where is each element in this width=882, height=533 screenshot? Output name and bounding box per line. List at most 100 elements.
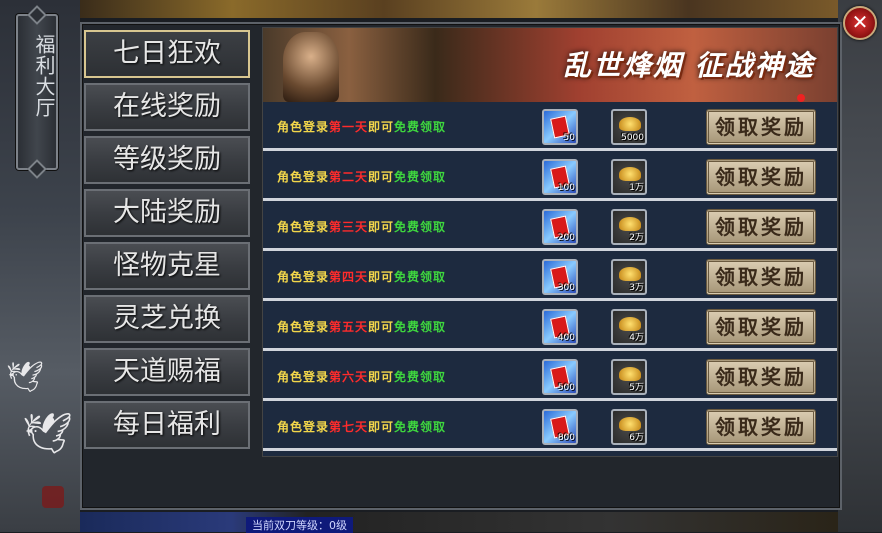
reward-day: 第六天 bbox=[329, 370, 369, 384]
reward-prefix: 角色登录 bbox=[277, 370, 330, 384]
reward-mid: 即可 bbox=[368, 320, 395, 334]
reward-suffix: 免费领取 bbox=[394, 420, 447, 434]
gold-qty: 1万 bbox=[629, 183, 644, 193]
claim-reward-button[interactable]: 领取奖励 bbox=[706, 309, 816, 345]
reward-row: 角色登录第一天即可免费领取 50 5000 领取奖励 bbox=[263, 104, 837, 151]
reward-suffix: 免费领取 bbox=[394, 170, 447, 184]
gold-item-icon[interactable]: 1万 bbox=[611, 159, 647, 195]
seal-stamp-icon bbox=[42, 486, 64, 508]
reward-day: 第四天 bbox=[329, 270, 369, 284]
ticket-item-icon[interactable]: 300 bbox=[542, 259, 578, 295]
ticket-qty: 300 bbox=[557, 283, 575, 293]
menu-item[interactable]: 每日福利 bbox=[84, 401, 250, 449]
reward-mid: 即可 bbox=[368, 120, 395, 134]
ticket-item-icon[interactable]: 50 bbox=[542, 109, 578, 145]
reward-description: 角色登录第四天即可免费领取 bbox=[277, 268, 446, 285]
gold-item-icon[interactable]: 3万 bbox=[611, 259, 647, 295]
gold-shape bbox=[619, 267, 641, 281]
gold-qty: 5万 bbox=[629, 383, 644, 393]
reward-mid: 即可 bbox=[368, 220, 395, 234]
reward-description: 角色登录第一天即可免费领取 bbox=[277, 118, 446, 135]
title-scroll: 福利大厅 bbox=[16, 14, 58, 170]
reward-day: 第七天 bbox=[329, 420, 369, 434]
ticket-qty: 500 bbox=[557, 383, 575, 393]
sidebar-menu: 七日狂欢在线奖励等级奖励大陆奖励怪物克星灵芝兑换天道赐福每日福利 bbox=[84, 30, 254, 454]
reward-prefix: 角色登录 bbox=[277, 270, 330, 284]
gold-qty: 4万 bbox=[629, 333, 644, 343]
reward-prefix: 角色登录 bbox=[277, 120, 330, 134]
menu-item[interactable]: 等级奖励 bbox=[84, 136, 250, 184]
crane-decoration-icon: 🕊 bbox=[6, 360, 45, 395]
window-title: 福利大厅 bbox=[32, 34, 56, 118]
ticket-qty: 800 bbox=[557, 433, 575, 443]
claim-reward-button[interactable]: 领取奖励 bbox=[706, 409, 816, 445]
ticket-qty: 50 bbox=[563, 133, 575, 143]
reward-suffix: 免费领取 bbox=[394, 370, 447, 384]
menu-item[interactable]: 灵芝兑换 bbox=[84, 295, 250, 343]
ticket-item-icon[interactable]: 100 bbox=[542, 159, 578, 195]
banner: 乱世烽烟 征战神途 bbox=[263, 28, 837, 102]
notification-dot-icon bbox=[797, 94, 805, 102]
gold-shape bbox=[619, 217, 641, 231]
crane-decoration-icon: 🕊 bbox=[22, 411, 73, 457]
gold-item-icon[interactable]: 5万 bbox=[611, 359, 647, 395]
gold-shape bbox=[619, 317, 641, 331]
status-text: 当前双刀等级：0级 bbox=[246, 517, 353, 533]
game-scene-top bbox=[80, 0, 840, 18]
reward-mid: 即可 bbox=[368, 170, 395, 184]
reward-description: 角色登录第六天即可免费领取 bbox=[277, 368, 446, 385]
reward-prefix: 角色登录 bbox=[277, 170, 330, 184]
banner-slogan: 乱世烽烟 征战神途 bbox=[563, 49, 815, 82]
reward-row: 角色登录第二天即可免费领取 100 1万 领取奖励 bbox=[263, 154, 837, 201]
reward-row: 角色登录第六天即可免费领取 500 5万 领取奖励 bbox=[263, 354, 837, 401]
reward-mid: 即可 bbox=[368, 420, 395, 434]
reward-prefix: 角色登录 bbox=[277, 420, 330, 434]
menu-item[interactable]: 天道赐福 bbox=[84, 348, 250, 396]
ticket-item-icon[interactable]: 200 bbox=[542, 209, 578, 245]
menu-item[interactable]: 大陆奖励 bbox=[84, 189, 250, 237]
claim-reward-button[interactable]: 领取奖励 bbox=[706, 209, 816, 245]
game-hud-bottom bbox=[80, 512, 838, 532]
reward-description: 角色登录第七天即可免费领取 bbox=[277, 418, 446, 435]
claim-reward-button[interactable]: 领取奖励 bbox=[706, 259, 816, 295]
gold-qty: 3万 bbox=[629, 283, 644, 293]
reward-row: 角色登录第三天即可免费领取 200 2万 领取奖励 bbox=[263, 204, 837, 251]
ticket-item-icon[interactable]: 400 bbox=[542, 309, 578, 345]
claim-reward-button[interactable]: 领取奖励 bbox=[706, 359, 816, 395]
game-scene-right bbox=[838, 0, 882, 532]
gold-item-icon[interactable]: 2万 bbox=[611, 209, 647, 245]
reward-suffix: 免费领取 bbox=[394, 270, 447, 284]
ticket-qty: 400 bbox=[557, 333, 575, 343]
gold-qty: 6万 bbox=[629, 433, 644, 443]
menu-item[interactable]: 怪物克星 bbox=[84, 242, 250, 290]
reward-day: 第三天 bbox=[329, 220, 369, 234]
reward-suffix: 免费领取 bbox=[394, 320, 447, 334]
reward-suffix: 免费领取 bbox=[394, 220, 447, 234]
ticket-qty: 100 bbox=[557, 183, 575, 193]
gold-shape bbox=[619, 417, 641, 431]
reward-day: 第一天 bbox=[329, 120, 369, 134]
reward-panel: 乱世烽烟 征战神途 角色登录第一天即可免费领取 50 5000 领取奖励 角色登录第二天… bbox=[262, 27, 838, 457]
reward-row: 角色登录第四天即可免费领取 300 3万 领取奖励 bbox=[263, 254, 837, 301]
close-icon[interactable]: ✕ bbox=[843, 6, 877, 40]
reward-row: 角色登录第五天即可免费领取 400 4万 领取奖励 bbox=[263, 304, 837, 351]
gold-shape bbox=[619, 167, 641, 181]
gold-shape bbox=[619, 367, 641, 381]
ticket-item-icon[interactable]: 800 bbox=[542, 409, 578, 445]
gold-item-icon[interactable]: 4万 bbox=[611, 309, 647, 345]
reward-mid: 即可 bbox=[368, 270, 395, 284]
claim-reward-button[interactable]: 领取奖励 bbox=[706, 109, 816, 145]
reward-description: 角色登录第五天即可免费领取 bbox=[277, 318, 446, 335]
claim-reward-button[interactable]: 领取奖励 bbox=[706, 159, 816, 195]
reward-row: 角色登录第七天即可免费领取 800 6万 领取奖励 bbox=[263, 404, 837, 451]
menu-item[interactable]: 七日狂欢 bbox=[84, 30, 250, 78]
gold-qty: 5000 bbox=[621, 133, 644, 143]
ticket-qty: 200 bbox=[557, 233, 575, 243]
menu-item[interactable]: 在线奖励 bbox=[84, 83, 250, 131]
reward-day: 第五天 bbox=[329, 320, 369, 334]
gold-item-icon[interactable]: 5000 bbox=[611, 109, 647, 145]
ticket-item-icon[interactable]: 500 bbox=[542, 359, 578, 395]
reward-description: 角色登录第三天即可免费领取 bbox=[277, 218, 446, 235]
reward-mid: 即可 bbox=[368, 370, 395, 384]
gold-item-icon[interactable]: 6万 bbox=[611, 409, 647, 445]
